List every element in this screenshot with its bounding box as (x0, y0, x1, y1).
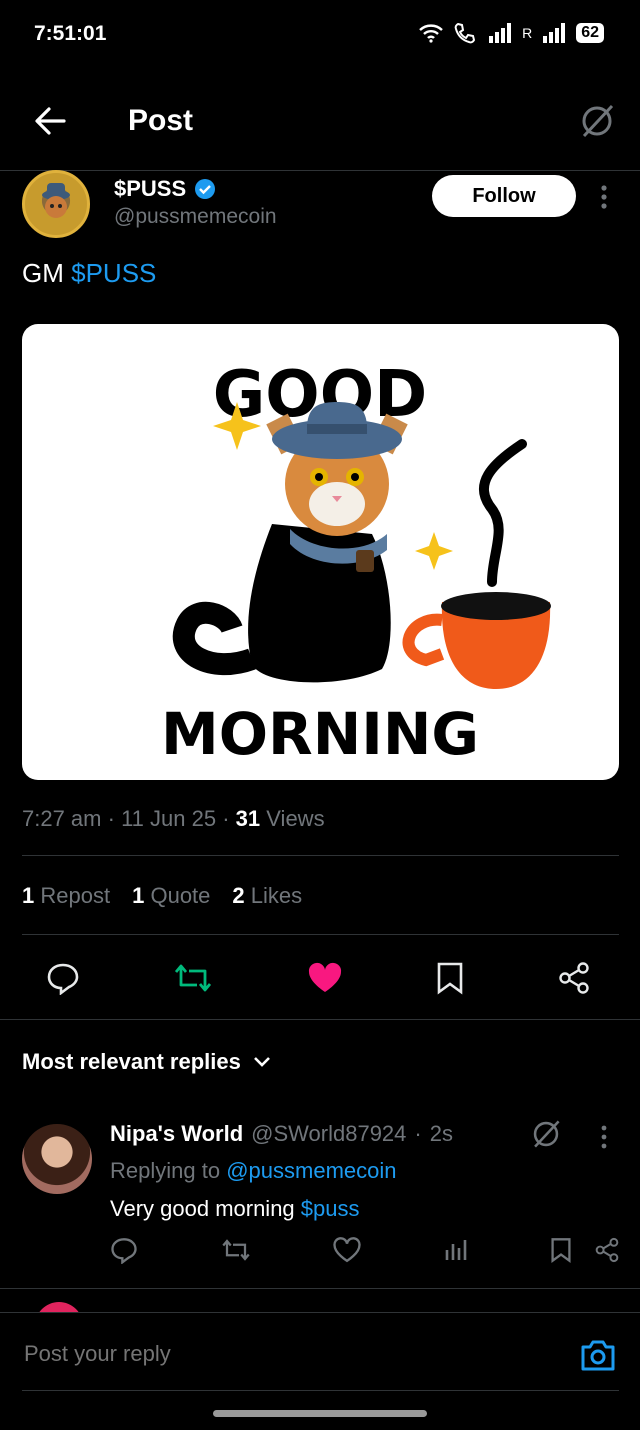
reply-input[interactable] (22, 1340, 546, 1368)
reply-bookmark-icon[interactable] (550, 1237, 572, 1263)
composer-divider (22, 1390, 619, 1391)
back-arrow-icon[interactable] (34, 106, 66, 136)
wifi-icon (418, 23, 444, 43)
more-options-icon[interactable] (596, 184, 612, 214)
reposts-label: Repost (40, 883, 111, 908)
author-avatar[interactable] (22, 170, 90, 238)
share-icon[interactable] (557, 961, 591, 995)
author-handle[interactable]: @pussmemecoin (114, 205, 277, 229)
replying-prefix: Replying to (110, 1158, 221, 1183)
reply-author[interactable]: Nipa's World @SWorld87924 · 2s (110, 1121, 453, 1147)
reply-icon[interactable] (46, 961, 80, 995)
battery-indicator: 62 (576, 23, 604, 43)
post-meta: 7:27 am · 11 Jun 25 · 31 Views (22, 806, 325, 832)
post-action-bar (22, 950, 619, 1006)
replying-to-link[interactable]: @pussmemecoin (226, 1158, 396, 1183)
meta-separator: · (107, 806, 122, 831)
status-icons: R 62 (418, 22, 604, 44)
reply-handle: @SWorld87924 (251, 1121, 407, 1146)
replies-sort-label: Most relevant replies (22, 1049, 241, 1074)
repost-icon[interactable] (173, 961, 213, 995)
reply-text: Very good morning $puss (110, 1196, 360, 1222)
likes-label: Likes (250, 883, 303, 908)
reply-time: 2s (429, 1121, 453, 1146)
reply-views-icon[interactable] (444, 1238, 468, 1262)
home-indicator[interactable] (213, 1410, 427, 1417)
reply-display-name: Nipa's World (110, 1121, 244, 1146)
reply-share-icon[interactable] (594, 1237, 620, 1263)
reply-action-bar (110, 1236, 620, 1264)
section-divider (0, 1288, 640, 1289)
meta-separator: · (222, 806, 236, 831)
signal-icon-1 (488, 23, 512, 43)
reply-more-options-icon[interactable] (596, 1124, 612, 1154)
reply-secondary-actions (550, 1237, 620, 1263)
status-time: 7:51:01 (34, 22, 107, 45)
page-title: Post (128, 104, 194, 137)
like-icon[interactable] (307, 962, 343, 994)
bookmark-icon[interactable] (436, 961, 464, 995)
camera-icon[interactable] (580, 1338, 616, 1372)
grok-icon[interactable] (530, 1118, 562, 1150)
divider (22, 855, 619, 856)
divider (22, 934, 619, 935)
author-name[interactable]: $PUSS (114, 176, 216, 202)
follow-button[interactable]: Follow (432, 175, 576, 217)
author-display-name: $PUSS (114, 176, 187, 201)
quotes-stat[interactable]: 1 Quote (132, 883, 210, 909)
image-bottom-text: MORNING (161, 700, 479, 768)
reposts-stat[interactable]: 1 Repost (22, 883, 110, 909)
signal-icon-2 (542, 23, 566, 43)
post-image[interactable]: GOOD MORNING (22, 324, 619, 780)
reply-like-icon[interactable] (333, 1237, 361, 1263)
post-text: GM $PUSS (22, 258, 156, 289)
views-label[interactable]: Views (266, 806, 324, 831)
meta-separator: · (414, 1121, 422, 1146)
reposts-count: 1 (22, 883, 35, 908)
replies-sort-dropdown[interactable]: Most relevant replies (22, 1049, 271, 1075)
reply-avatar[interactable] (22, 1124, 92, 1194)
roaming-label: R (522, 25, 533, 41)
post-text-main: GM (22, 258, 64, 288)
verified-badge-icon (194, 178, 216, 200)
post-time: 7:27 am (22, 806, 102, 831)
reply-cashtag-link[interactable]: $puss (301, 1196, 360, 1221)
top-bar (0, 88, 640, 171)
engagement-stats: 1 Repost 1 Quote 2 Likes (22, 883, 302, 909)
views-count[interactable]: 31 (236, 806, 260, 831)
quotes-count: 1 (132, 883, 145, 908)
chevron-down-icon (253, 1056, 271, 1068)
section-divider (0, 1019, 640, 1020)
reply-reply-icon[interactable] (110, 1236, 138, 1264)
call-icon (454, 22, 478, 44)
cashtag-link[interactable]: $PUSS (71, 258, 156, 288)
reply-text-main: Very good morning (110, 1196, 295, 1221)
likes-count: 2 (232, 883, 245, 908)
likes-stat[interactable]: 2 Likes (232, 883, 302, 909)
quotes-label: Quote (150, 883, 211, 908)
replying-to: Replying to @pussmemecoin (110, 1158, 397, 1184)
reply-repost-icon[interactable] (221, 1237, 251, 1263)
grok-icon[interactable] (578, 102, 616, 140)
post-date: 11 Jun 25 (121, 806, 217, 831)
